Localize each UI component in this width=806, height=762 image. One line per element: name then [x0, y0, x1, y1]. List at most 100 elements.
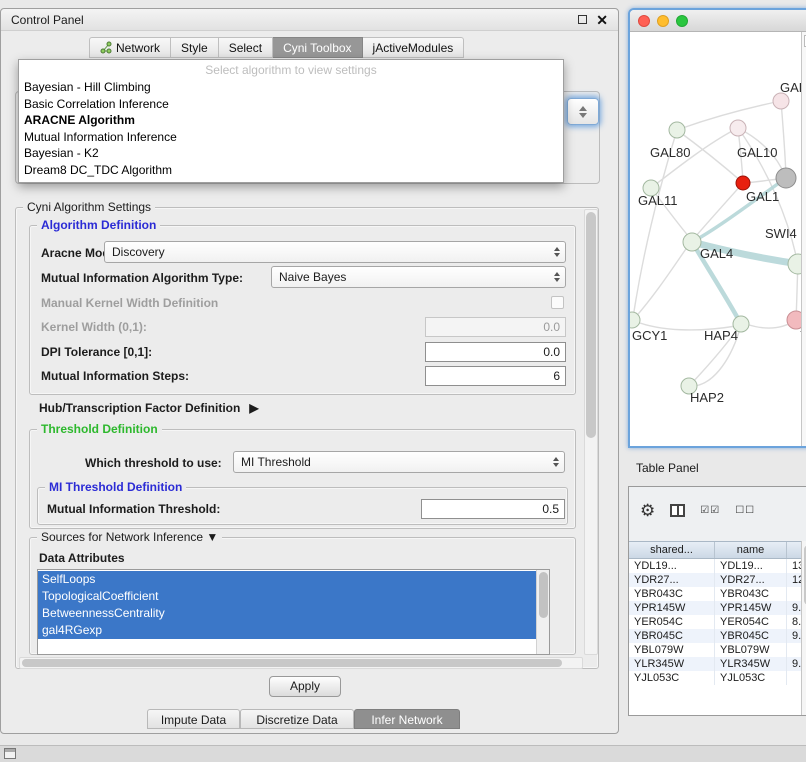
mac-close-icon[interactable]	[638, 15, 650, 27]
minimized-panel-icon[interactable]	[4, 748, 16, 759]
combo-arrows-icon	[553, 457, 559, 467]
table-cell[interactable]: YPR145W	[629, 601, 715, 615]
column-header-shared-name[interactable]: shared...	[629, 542, 715, 558]
mac-minimize-icon[interactable]	[657, 15, 669, 27]
hub-definition-label: Hub/Transcription Factor Definition	[39, 401, 240, 415]
table-cell[interactable]: YER054C	[715, 615, 787, 629]
network-node[interactable]	[730, 120, 746, 136]
tab-impute-data[interactable]: Impute Data	[147, 709, 240, 729]
deselect-all-icon[interactable]: ☐☐	[735, 505, 755, 516]
mi-threshold-field[interactable]: 0.5	[421, 499, 565, 519]
threads-spinner-button[interactable]	[567, 98, 599, 125]
chevron-down-icon[interactable]: ▼	[206, 530, 218, 544]
table-cell[interactable]: YBR043C	[629, 587, 715, 601]
which-threshold-value: MI Threshold	[241, 455, 311, 469]
mi-type-value: Naive Bayes	[279, 270, 346, 284]
table-cell[interactable]: YBR045C	[715, 629, 787, 643]
table-cell[interactable]: YJL053C	[629, 671, 715, 685]
scrollbar-thumb[interactable]	[586, 212, 596, 438]
network-node[interactable]	[683, 233, 701, 251]
data-attributes-list[interactable]: SelfLoops TopologicalCoefficient Between…	[37, 569, 550, 655]
network-vertical-scrollbar[interactable]	[801, 32, 806, 446]
table-row[interactable]: YER054C YER054C 8.	[629, 615, 806, 629]
mac-zoom-icon[interactable]	[676, 15, 688, 27]
table-row[interactable]: YBL079W YBL079W	[629, 643, 806, 657]
list-item-selfloops[interactable]: SelfLoops	[38, 571, 536, 588]
dpi-tolerance-field[interactable]: 0.0	[425, 342, 566, 362]
list-item-betweennesscentrality[interactable]: BetweennessCentrality	[38, 605, 536, 622]
table-cell[interactable]: YDR27...	[715, 573, 787, 587]
table-cell[interactable]: YER054C	[629, 615, 715, 629]
network-node[interactable]	[773, 93, 789, 109]
table-vertical-scrollbar[interactable]	[801, 541, 806, 715]
list-item-gal4rgexp[interactable]: gal4RGexp	[38, 622, 536, 639]
float-window-icon[interactable]	[578, 15, 587, 24]
column-header-name[interactable]: name	[715, 542, 787, 558]
which-threshold-combobox[interactable]: MI Threshold	[233, 451, 565, 473]
attribute-list-scrollbar[interactable]	[536, 570, 549, 654]
table-row[interactable]: YDL19... YDL19... 13	[629, 559, 806, 573]
table-row[interactable]: YDR27... YDR27... 12	[629, 573, 806, 587]
menu-item-basic-correlation[interactable]: Basic Correlation Inference	[19, 96, 563, 113]
table-cell[interactable]: YDL19...	[629, 559, 715, 573]
table-cell[interactable]: YBR045C	[629, 629, 715, 643]
sources-group-title[interactable]: Sources for Network Inference ▼	[37, 530, 222, 544]
network-window-titlebar	[630, 10, 806, 32]
scrollbar-thumb[interactable]	[22, 659, 562, 667]
chevron-right-icon[interactable]: ▶	[249, 401, 258, 415]
table-row[interactable]: YLR345W YLR345W 9.	[629, 657, 806, 671]
tab-select[interactable]: Select	[219, 37, 273, 58]
network-canvas[interactable]: GAL8 GAL80 GAL10 GAL11 GAL1 SWI4 GAL4 GC…	[630, 32, 806, 446]
settings-horizontal-scrollbar[interactable]	[19, 657, 583, 669]
table-row[interactable]: YBR043C YBR043C	[629, 587, 806, 601]
spinner-down-icon[interactable]	[579, 113, 587, 118]
settings-vertical-scrollbar[interactable]	[584, 209, 598, 655]
tab-network[interactable]: Network	[89, 37, 171, 58]
network-node-gray[interactable]	[776, 168, 796, 188]
aracne-mode-combobox[interactable]: Discovery	[104, 241, 566, 263]
tab-jactivemodules[interactable]: jActiveModules	[363, 37, 465, 58]
menu-item-dream8[interactable]: Dream8 DC_TDC Algorithm	[19, 162, 563, 179]
manual-kernel-checkbox[interactable]	[551, 296, 564, 309]
tab-discretize-data[interactable]: Discretize Data	[240, 709, 354, 729]
mi-steps-field[interactable]: 6	[425, 366, 566, 386]
algorithm-placeholder: Select algorithm to view settings	[19, 60, 563, 79]
select-all-icon[interactable]: ☑☑	[700, 505, 720, 516]
gear-icon[interactable]: ⚙	[640, 502, 655, 519]
table-cell[interactable]: YDL19...	[715, 559, 787, 573]
menu-item-mutual-information[interactable]: Mutual Information Inference	[19, 129, 563, 146]
tab-infer-network[interactable]: Infer Network	[354, 709, 460, 729]
table-cell[interactable]: YPR145W	[715, 601, 787, 615]
mi-threshold-value: 0.5	[542, 502, 559, 516]
table-row[interactable]: YBR045C YBR045C 9.	[629, 629, 806, 643]
dpi-tolerance-value: 0.0	[543, 345, 560, 359]
menu-item-bayesian-hill-climbing[interactable]: Bayesian - Hill Climbing	[19, 79, 563, 96]
tab-cyni-toolbox[interactable]: Cyni Toolbox	[273, 37, 362, 58]
spinner-up-icon[interactable]	[579, 106, 587, 111]
apply-button[interactable]: Apply	[269, 676, 341, 697]
menu-item-bayesian-k2[interactable]: Bayesian - K2	[19, 145, 563, 162]
close-icon[interactable]: ✕	[596, 13, 608, 27]
kernel-width-field[interactable]: 0.0	[425, 317, 566, 337]
network-node[interactable]	[669, 122, 685, 138]
mi-type-combobox[interactable]: Naive Bayes	[271, 266, 566, 288]
dpi-tolerance-label: DPI Tolerance [0,1]:	[41, 345, 152, 359]
table-cell[interactable]: YJL053C	[715, 671, 787, 685]
table-cell[interactable]: YBL079W	[629, 643, 715, 657]
menu-item-aracne[interactable]: ARACNE Algorithm	[19, 112, 563, 129]
table-cell[interactable]: YLR345W	[629, 657, 715, 671]
hub-definition-toggle[interactable]: Hub/Transcription Factor Definition ▶	[39, 401, 259, 415]
columns-icon[interactable]	[670, 504, 685, 517]
network-node-selected-red[interactable]	[736, 176, 750, 190]
table-cell[interactable]: YDR27...	[629, 573, 715, 587]
algorithm-dropdown-popup: Select algorithm to view settings Bayesi…	[18, 59, 564, 183]
table-row[interactable]: YPR145W YPR145W 9.	[629, 601, 806, 615]
table-cell[interactable]: YBL079W	[715, 643, 787, 657]
list-item-topologicalcoefficient[interactable]: TopologicalCoefficient	[38, 588, 536, 605]
table-cell[interactable]: YBR043C	[715, 587, 787, 601]
tab-style[interactable]: Style	[171, 37, 219, 58]
table-row[interactable]: YJL053C YJL053C	[629, 671, 806, 685]
scrollbar-thumb[interactable]	[539, 572, 548, 618]
table-cell[interactable]: YLR345W	[715, 657, 787, 671]
node-label-hap4: HAP4	[704, 328, 738, 343]
